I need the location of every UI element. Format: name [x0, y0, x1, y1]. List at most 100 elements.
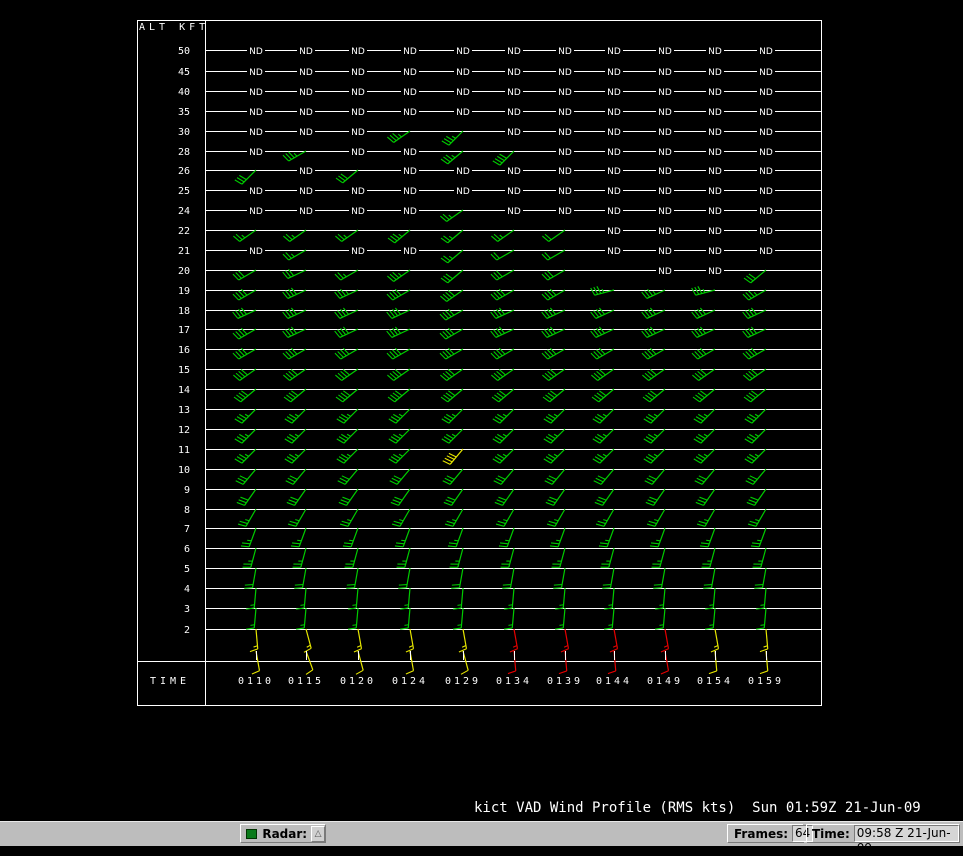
wind-barb	[296, 588, 306, 609]
wind-barb	[743, 369, 766, 380]
wind-barb	[591, 308, 614, 318]
wind-barb	[337, 409, 358, 423]
nd-marker: ND	[299, 187, 313, 197]
wind-barb	[604, 608, 614, 629]
nd-marker: ND	[607, 88, 621, 98]
wind-barb	[754, 568, 766, 588]
nd-marker: ND	[759, 68, 773, 78]
nd-marker: ND	[759, 128, 773, 138]
time-value-field[interactable]: 09:58 Z 21-Jun-09	[854, 825, 959, 842]
wind-barb	[745, 429, 766, 443]
wind-barb	[650, 528, 665, 547]
wind-barb	[491, 270, 514, 280]
wind-barb	[441, 151, 463, 164]
radar-label: Radar:	[262, 827, 307, 841]
nd-marker: ND	[299, 128, 313, 138]
wind-barb	[283, 230, 306, 241]
nd-marker: ND	[403, 207, 417, 217]
wind-barb	[661, 629, 669, 652]
time-tick-label: 0139	[547, 676, 583, 687]
wind-barb	[400, 608, 410, 629]
wind-barb	[592, 389, 614, 402]
nd-marker: ND	[299, 108, 313, 118]
wind-barb	[599, 528, 614, 547]
wind-barb	[442, 409, 463, 423]
nd-marker: ND	[351, 187, 365, 197]
altitude-axis-title: ALT KFT	[139, 22, 209, 33]
nd-marker: ND	[456, 47, 470, 57]
wind-barb	[348, 588, 358, 609]
nd-marker: ND	[249, 187, 263, 197]
wind-barb	[285, 409, 306, 423]
wind-barb	[555, 608, 565, 629]
wind-barb	[695, 469, 715, 484]
nd-marker: ND	[456, 167, 470, 177]
wind-barb	[642, 308, 665, 318]
wind-barb	[234, 389, 256, 402]
nd-marker: ND	[708, 167, 722, 177]
wind-barb	[756, 588, 766, 609]
wind-barb	[642, 327, 665, 337]
wind-barb	[696, 489, 715, 505]
wind-barb	[510, 629, 518, 652]
altitude-tick-label: 35	[178, 107, 190, 118]
nd-marker: ND	[403, 108, 417, 118]
nd-marker: ND	[249, 47, 263, 57]
wind-barb	[285, 429, 306, 443]
nd-marker: ND	[759, 247, 773, 257]
wind-barb	[700, 528, 715, 547]
altitude-tick-label: 7	[184, 524, 190, 535]
nd-marker: ND	[759, 47, 773, 57]
time-axis-title: TIME	[150, 676, 190, 687]
nd-marker: ND	[759, 88, 773, 98]
nd-marker: ND	[403, 47, 417, 57]
wind-barb	[693, 389, 715, 402]
wind-barb	[610, 629, 618, 652]
nd-marker: ND	[708, 47, 722, 57]
time-tick-label: 0124	[392, 676, 428, 687]
wind-barb	[244, 568, 256, 588]
wind-barb	[387, 369, 410, 380]
wind-barb	[543, 389, 565, 402]
wind-barb	[241, 528, 256, 547]
wind-barb	[545, 469, 565, 484]
nd-marker: ND	[658, 207, 672, 217]
nd-marker: ND	[558, 207, 572, 217]
nd-marker: ND	[708, 267, 722, 277]
nd-marker: ND	[708, 148, 722, 158]
wind-barb	[293, 548, 306, 567]
nd-marker: ND	[658, 108, 672, 118]
nd-marker: ND	[299, 88, 313, 98]
altitude-tick-label: 14	[178, 385, 190, 396]
frames-label: Frames:	[734, 827, 788, 841]
altitude-tick-label: 2	[184, 625, 190, 636]
wind-barb	[491, 369, 514, 380]
time-tick-label: 0110	[238, 676, 274, 687]
nd-marker: ND	[708, 247, 722, 257]
wind-barb	[442, 131, 463, 145]
wind-barb	[492, 389, 514, 402]
wind-barb	[444, 489, 463, 505]
wind-barb	[745, 409, 766, 423]
wind-barb	[496, 509, 514, 526]
nd-marker: ND	[658, 88, 672, 98]
wind-barb	[387, 327, 410, 337]
plot-frame	[138, 21, 822, 706]
wind-barb	[655, 608, 665, 629]
nd-marker: ND	[708, 128, 722, 138]
wind-barb	[335, 230, 358, 241]
wind-barb	[287, 489, 306, 505]
wind-barb	[283, 327, 306, 337]
wind-barb	[336, 170, 358, 183]
radar-selector[interactable]: Radar: △	[240, 824, 326, 843]
nd-marker: ND	[607, 187, 621, 197]
wind-barb	[233, 369, 256, 380]
wind-barb	[760, 629, 768, 652]
wind-barb	[504, 608, 514, 629]
wind-barb	[304, 629, 311, 652]
wind-barb	[661, 651, 669, 674]
wind-barb	[593, 429, 614, 443]
nd-marker: ND	[403, 187, 417, 197]
radar-dropdown-button[interactable]: △	[311, 826, 325, 842]
wind-barb	[387, 131, 410, 142]
